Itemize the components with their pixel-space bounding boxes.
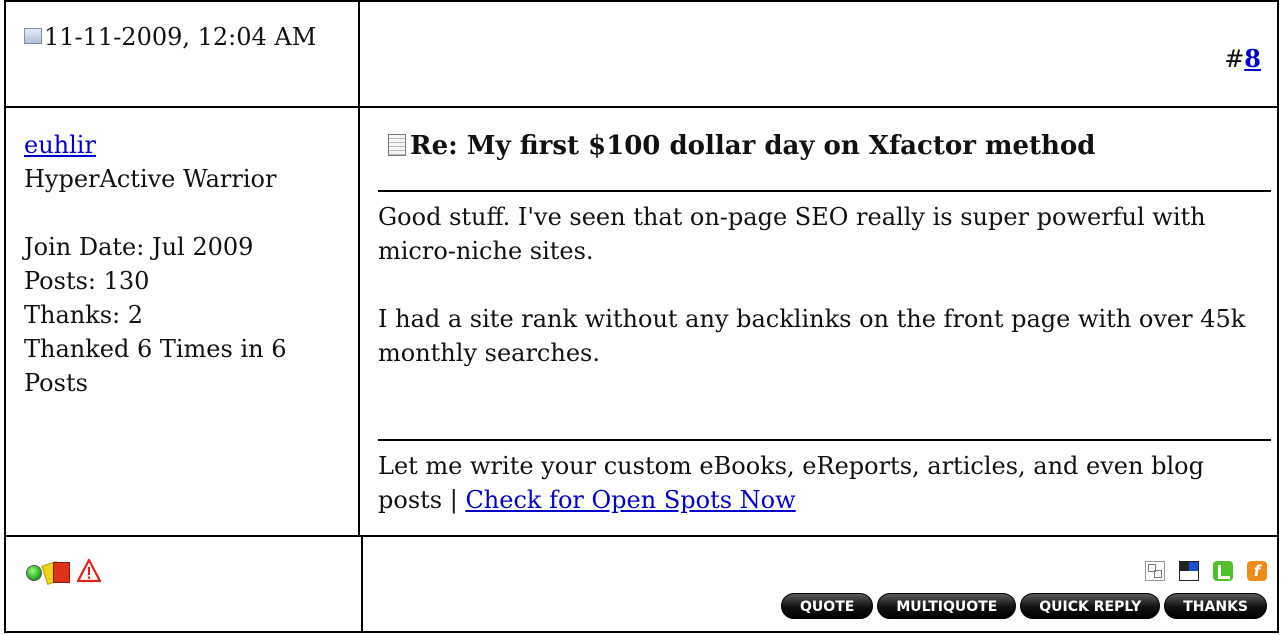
post-number-prefix: # bbox=[1224, 45, 1245, 73]
user-info-cell: euhlir HyperActive Warrior Join Date: Ju… bbox=[6, 108, 360, 535]
post-status-icon bbox=[24, 28, 42, 44]
post-paragraph: I had a site rank without any backlinks … bbox=[378, 305, 1246, 367]
online-icon bbox=[26, 565, 42, 581]
social-bookmarks: f bbox=[1131, 561, 1267, 583]
forum-post: 11-11-2009, 12:04 AM #8 euhlir HyperActi… bbox=[4, 0, 1279, 633]
user-info: euhlir HyperActive Warrior Join Date: Ju… bbox=[24, 128, 344, 400]
post-footer-row: f QUOTE MULTIQUOTE QUICK REPLY THANKS bbox=[6, 537, 1277, 633]
post-message-cell: Re: My first $100 dollar day on Xfactor … bbox=[360, 108, 1277, 535]
post-title-text: Re: My first $100 dollar day on Xfactor … bbox=[410, 131, 1096, 161]
post-title: Re: My first $100 dollar day on Xfactor … bbox=[388, 126, 1095, 166]
post-paragraph: Good stuff. I've seen that on-page SEO r… bbox=[378, 203, 1206, 265]
post-buttons: QUOTE MULTIQUOTE QUICK REPLY THANKS bbox=[777, 593, 1267, 619]
report-cards-icon[interactable] bbox=[41, 560, 70, 585]
username-link[interactable]: euhlir bbox=[24, 131, 96, 159]
user-join-date: Join Date: Jul 2009 bbox=[24, 233, 254, 261]
report-post-icon[interactable] bbox=[76, 558, 102, 584]
post-date-cell: 11-11-2009, 12:04 AM bbox=[6, 2, 360, 106]
post-status-cell bbox=[6, 537, 363, 633]
post-actions-cell: f QUOTE MULTIQUOTE QUICK REPLY THANKS bbox=[363, 537, 1277, 633]
post-body: Good stuff. I've seen that on-page SEO r… bbox=[378, 200, 1258, 404]
title-divider bbox=[378, 190, 1271, 192]
user-thanked: Thanked 6 Times in 6 Posts bbox=[24, 335, 287, 397]
signature: Let me write your custom eBooks, eReport… bbox=[378, 449, 1258, 517]
quick-reply-button[interactable]: QUICK REPLY bbox=[1020, 593, 1161, 619]
quote-button[interactable]: QUOTE bbox=[781, 593, 874, 619]
user-thanks: Thanks: 2 bbox=[24, 301, 144, 329]
user-posts: Posts: 130 bbox=[24, 267, 150, 295]
post-number: #8 bbox=[1224, 44, 1261, 73]
digg-icon[interactable] bbox=[1145, 561, 1165, 581]
user-title: HyperActive Warrior bbox=[24, 165, 277, 193]
signature-link[interactable]: Check for Open Spots Now bbox=[465, 486, 795, 514]
post-number-link[interactable]: 8 bbox=[1244, 44, 1261, 73]
document-icon bbox=[388, 134, 406, 156]
post-content-row: euhlir HyperActive Warrior Join Date: Ju… bbox=[6, 108, 1277, 537]
thanks-button[interactable]: THANKS bbox=[1164, 593, 1267, 619]
delicious-icon[interactable] bbox=[1179, 561, 1199, 581]
post-date: 11-11-2009, 12:04 AM bbox=[24, 20, 324, 54]
post-date-text: 11-11-2009, 12:04 AM bbox=[44, 23, 317, 51]
signature-divider bbox=[378, 439, 1271, 441]
furl-icon[interactable]: f bbox=[1247, 561, 1267, 581]
technorati-icon[interactable] bbox=[1213, 561, 1233, 581]
post-header-row: 11-11-2009, 12:04 AM #8 bbox=[6, 2, 1277, 108]
multiquote-button[interactable]: MULTIQUOTE bbox=[877, 593, 1017, 619]
post-number-cell: #8 bbox=[360, 2, 1277, 106]
